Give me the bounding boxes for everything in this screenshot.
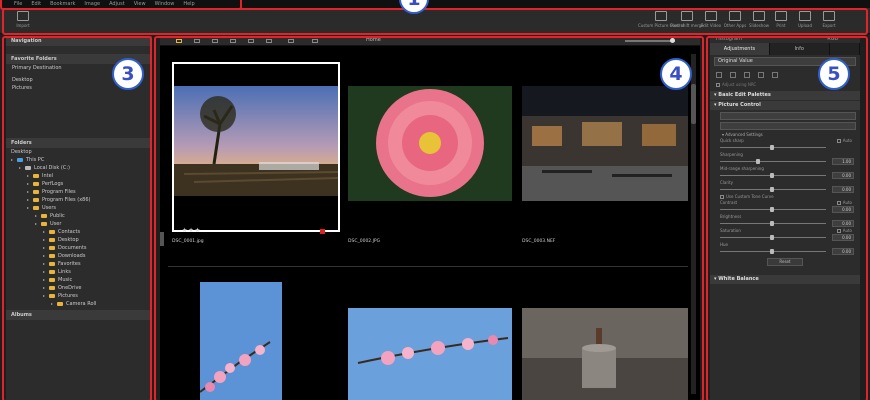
callout-box-center (154, 36, 704, 400)
callout-box-right-panel (706, 36, 868, 400)
callout-box-toolbar (2, 8, 868, 35)
callout-badge-4: 4 (660, 58, 692, 90)
callout-badge-3: 3 (112, 58, 144, 90)
callout-badge-5: 5 (818, 58, 850, 90)
callout-box-left-panel (2, 36, 152, 400)
nx-studio-window: File Edit Bookmark Image Adjust View Window Hel… (0, 0, 870, 400)
